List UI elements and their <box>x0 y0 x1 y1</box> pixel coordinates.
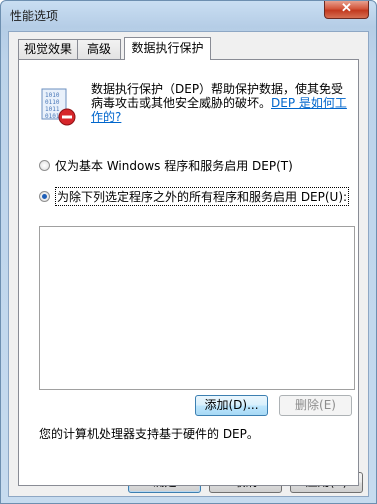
svg-text:1011: 1011 <box>45 106 60 113</box>
hardware-support-text: 您的计算机处理器支持基于硬件的 DEP。 <box>39 427 259 441</box>
dialog-client-area: 视觉效果 高级 数据执行保护 1010 0110 1011 0101 数据执行保… <box>8 31 369 497</box>
performance-options-window: 性能选项 ✕ 视觉效果 高级 数据执行保护 1010 0110 1011 010… <box>0 0 377 504</box>
svg-text:1010: 1010 <box>45 92 60 99</box>
excluded-programs-list[interactable] <box>39 226 355 390</box>
dep-description: 数据执行保护（DEP）帮助保护数据，使其免受病毒攻击或其他安全威胁的破坏。DEP… <box>91 82 353 124</box>
title-bar[interactable]: 性能选项 ✕ <box>1 0 376 27</box>
tab-visual-effects[interactable]: 视觉效果 <box>18 39 78 59</box>
radio-basic-programs[interactable]: 仅为基本 Windows 程序和服务启用 DEP(T) <box>39 157 293 173</box>
tab-advanced[interactable]: 高级 <box>77 39 121 59</box>
svg-text:0110: 0110 <box>45 99 60 106</box>
radio-all-indicator[interactable] <box>39 190 50 202</box>
radio-basic-label[interactable]: 仅为基本 Windows 程序和服务启用 DEP(T) <box>55 157 293 174</box>
add-button[interactable]: 添加(D)... <box>195 395 268 416</box>
window-title: 性能选项 <box>10 9 59 23</box>
radio-basic-indicator[interactable] <box>39 159 50 171</box>
remove-button[interactable]: 删除(E) <box>279 395 352 416</box>
close-icon: ✕ <box>341 0 352 15</box>
svg-text:0101: 0101 <box>45 113 60 120</box>
dep-tab-panel: 1010 0110 1011 0101 数据执行保护（DEP）帮助保护数据，使其… <box>18 59 359 486</box>
radio-all-programs[interactable]: 为除下列选定程序之外的所有程序和服务启用 DEP(U): <box>39 186 350 206</box>
dep-shield-icon: 1010 0110 1011 0101 <box>41 88 76 126</box>
radio-all-label[interactable]: 为除下列选定程序之外的所有程序和服务启用 DEP(U): <box>55 186 350 206</box>
tab-data-execution-prevention[interactable]: 数据执行保护 <box>124 37 211 60</box>
close-button[interactable]: ✕ <box>324 0 369 19</box>
